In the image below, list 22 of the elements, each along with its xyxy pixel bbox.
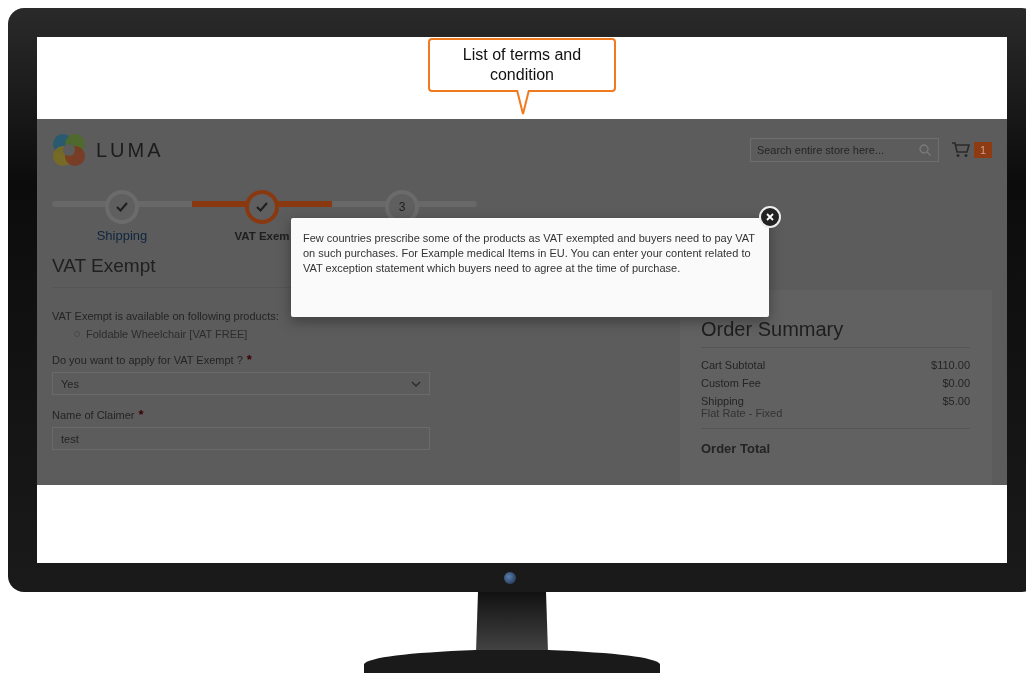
summary-label: Shipping xyxy=(701,395,745,407)
step-label[interactable]: Shipping xyxy=(96,228,148,243)
close-icon[interactable] xyxy=(766,213,774,221)
webcam-dot xyxy=(504,571,516,584)
chevron-down-icon[interactable] xyxy=(411,380,421,387)
required-mark: * xyxy=(246,354,252,366)
summary-title: Order Summary xyxy=(701,318,970,348)
close-button[interactable] xyxy=(759,206,781,228)
summary-value: $0.00 xyxy=(942,377,970,389)
logo-text: LUMA xyxy=(96,138,164,162)
order-total-label: Order Total xyxy=(701,440,772,456)
logo-icon xyxy=(52,133,86,167)
summary-value: $110.00 xyxy=(931,359,970,371)
summary-value: $5.00 xyxy=(942,395,970,409)
search-icon[interactable] xyxy=(918,144,931,156)
cart-count[interactable]: 1 xyxy=(973,142,992,158)
summary-label: Custom Fee xyxy=(701,377,761,389)
required-mark: * xyxy=(138,409,144,421)
step-label[interactable]: VAT Exem xyxy=(234,230,290,242)
callout-text: List of terms and condition xyxy=(461,45,583,85)
summary-label: Cart Subtotal xyxy=(701,359,766,371)
cart-icon[interactable] xyxy=(951,142,970,158)
